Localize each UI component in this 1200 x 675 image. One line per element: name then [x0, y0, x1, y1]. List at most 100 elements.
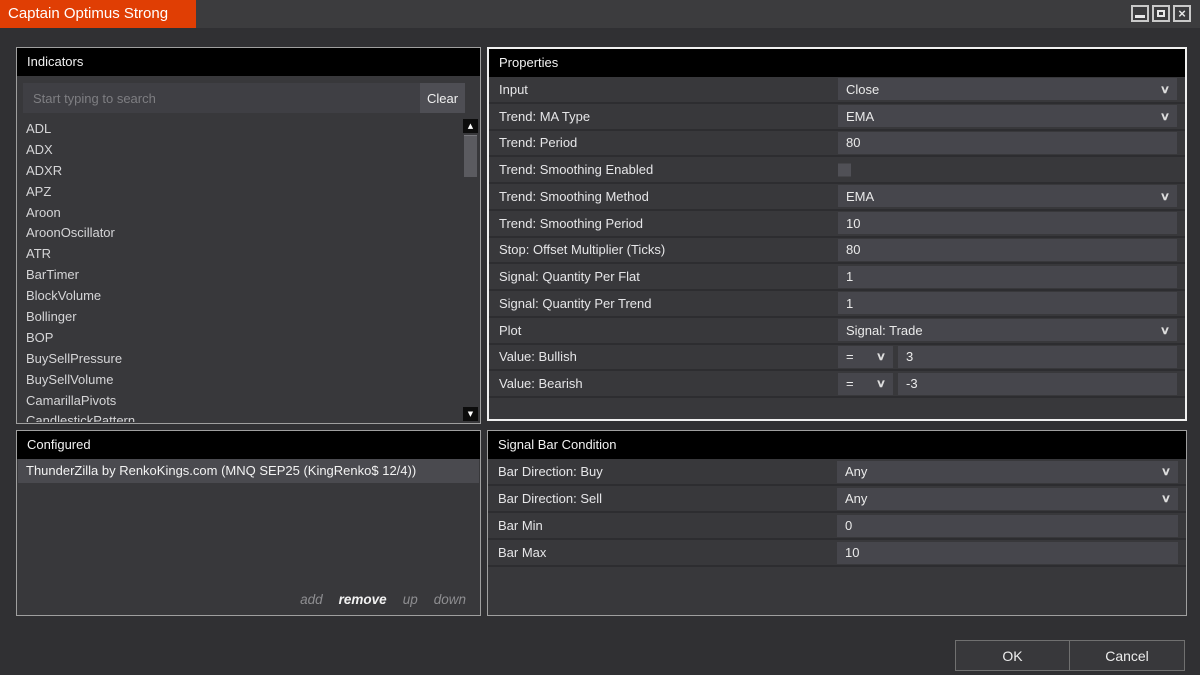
dropdown-value: EMA: [846, 109, 1161, 124]
field-value: -3: [906, 376, 1169, 391]
property-label: Value: Bearish: [499, 371, 583, 396]
properties-panel-title: Properties: [489, 49, 1185, 77]
properties-panel: Properties Input Close ∨ Trend: MA Type …: [487, 47, 1187, 421]
indicator-list-scrollbar[interactable]: ▲ ▼: [463, 119, 478, 421]
list-item[interactable]: ADX: [18, 140, 463, 161]
plot-dropdown[interactable]: Signal: Trade ∨: [838, 319, 1177, 341]
scroll-down-icon[interactable]: ▼: [463, 407, 478, 421]
scrollbar-thumb[interactable]: [464, 135, 477, 177]
scroll-up-icon[interactable]: ▲: [463, 119, 478, 133]
bar-max-input[interactable]: 10: [837, 542, 1178, 564]
dropdown-value: Close: [846, 82, 1161, 97]
signal-row-bar-max: Bar Max 10: [488, 540, 1186, 567]
configured-item-selected[interactable]: ThunderZilla by RenkoKings.com (MNQ SEP2…: [18, 459, 479, 483]
cancel-button[interactable]: Cancel: [1069, 640, 1185, 671]
close-button[interactable]: ×: [1173, 5, 1191, 22]
field-value: 0: [845, 518, 1170, 533]
indicators-panel-title: Indicators: [17, 48, 480, 76]
trend-period-input[interactable]: 80: [838, 132, 1177, 154]
property-label: Trend: Smoothing Method: [499, 184, 649, 209]
indicators-panel: Indicators Clear ADL ADX ADXR APZ Aroon …: [16, 47, 481, 424]
ok-button[interactable]: OK: [955, 640, 1070, 671]
minimize-button[interactable]: [1131, 5, 1149, 22]
property-row-quantity-per-trend: Signal: Quantity Per Trend 1: [489, 291, 1185, 318]
list-item[interactable]: CamarillaPivots: [18, 391, 463, 412]
list-item[interactable]: ATR: [18, 244, 463, 265]
list-item[interactable]: ADL: [18, 119, 463, 140]
property-label: Bar Direction: Buy: [498, 459, 603, 484]
field-value: 1: [846, 296, 1169, 311]
quantity-per-trend-input[interactable]: 1: [838, 292, 1177, 314]
field-value: 10: [846, 216, 1169, 231]
property-label: Signal: Quantity Per Trend: [499, 291, 651, 316]
property-row-trend-ma-type: Trend: MA Type EMA ∨: [489, 104, 1185, 131]
list-item[interactable]: CandlestickPattern: [18, 411, 463, 422]
field-value: 1: [846, 269, 1169, 284]
maximize-button[interactable]: [1152, 5, 1170, 22]
list-item[interactable]: Bollinger: [18, 307, 463, 328]
list-item[interactable]: Aroon: [18, 203, 463, 224]
property-label: Signal: Quantity Per Flat: [499, 264, 640, 289]
maximize-icon: [1157, 10, 1165, 17]
property-label: Plot: [499, 318, 521, 343]
add-button[interactable]: add: [300, 592, 323, 607]
clear-search-button[interactable]: Clear: [420, 83, 465, 113]
indicator-search-input[interactable]: [23, 83, 420, 113]
operator-value: =: [846, 376, 877, 391]
list-item[interactable]: BOP: [18, 328, 463, 349]
bearish-operator-dropdown[interactable]: = ∨: [838, 373, 893, 395]
indicator-list: ADL ADX ADXR APZ Aroon AroonOscillator A…: [18, 119, 463, 422]
property-label: Stop: Offset Multiplier (Ticks): [499, 238, 665, 263]
dropdown-value: Signal: Trade: [846, 323, 1161, 338]
dropdown-value: EMA: [846, 189, 1161, 204]
chevron-down-icon: ∨: [1160, 110, 1170, 123]
smoothing-enabled-checkbox[interactable]: [838, 163, 851, 176]
signal-panel-title: Signal Bar Condition: [488, 431, 1186, 459]
input-dropdown[interactable]: Close ∨: [838, 78, 1177, 100]
trend-ma-type-dropdown[interactable]: EMA ∨: [838, 105, 1177, 127]
list-item[interactable]: BarTimer: [18, 265, 463, 286]
property-label: Bar Min: [498, 513, 543, 538]
property-label: Value: Bullish: [499, 345, 577, 370]
down-button[interactable]: down: [434, 592, 466, 607]
list-item[interactable]: BuySellVolume: [18, 370, 463, 391]
property-row-plot: Plot Signal: Trade ∨: [489, 318, 1185, 345]
bar-direction-buy-dropdown[interactable]: Any ∨: [837, 461, 1178, 483]
configured-panel-title: Configured: [17, 431, 480, 459]
bullish-value-input[interactable]: 3: [898, 346, 1177, 368]
field-value: 80: [846, 242, 1169, 257]
signal-bar-condition-panel: Signal Bar Condition Bar Direction: Buy …: [487, 430, 1187, 616]
chevron-down-icon: ∨: [876, 350, 886, 363]
trend-smoothing-period-input[interactable]: 10: [838, 212, 1177, 234]
close-icon: ×: [1175, 7, 1189, 20]
chevron-down-icon: ∨: [1160, 190, 1170, 203]
window-controls: ×: [1131, 5, 1191, 22]
chevron-down-icon: ∨: [1160, 83, 1170, 96]
property-label: Input: [499, 77, 528, 102]
bar-direction-sell-dropdown[interactable]: Any ∨: [837, 488, 1178, 510]
list-item[interactable]: BuySellPressure: [18, 349, 463, 370]
chevron-down-icon: ∨: [876, 377, 886, 390]
property-label: Bar Direction: Sell: [498, 486, 602, 511]
stop-offset-multiplier-input[interactable]: 80: [838, 239, 1177, 261]
bar-min-input[interactable]: 0: [837, 515, 1178, 537]
list-item[interactable]: ADXR: [18, 161, 463, 182]
list-item[interactable]: APZ: [18, 182, 463, 203]
list-item[interactable]: AroonOscillator: [18, 223, 463, 244]
up-button[interactable]: up: [403, 592, 418, 607]
configured-actions: add remove up down: [300, 592, 466, 607]
bearish-value-input[interactable]: -3: [898, 373, 1177, 395]
field-value: 10: [845, 545, 1170, 560]
remove-button[interactable]: remove: [339, 592, 387, 607]
property-label: Trend: Period: [499, 131, 577, 156]
chevron-down-icon: ∨: [1161, 492, 1171, 505]
property-row-stop-offset-multiplier: Stop: Offset Multiplier (Ticks) 80: [489, 238, 1185, 265]
property-row-input: Input Close ∨: [489, 77, 1185, 104]
trend-smoothing-method-dropdown[interactable]: EMA ∨: [838, 185, 1177, 207]
title-bar: Captain Optimus Strong ×: [0, 0, 1200, 28]
window-title: Captain Optimus Strong: [0, 0, 196, 28]
list-item[interactable]: BlockVolume: [18, 286, 463, 307]
dialog-window: Captain Optimus Strong × Indicators Clea…: [0, 0, 1200, 675]
quantity-per-flat-input[interactable]: 1: [838, 266, 1177, 288]
bullish-operator-dropdown[interactable]: = ∨: [838, 346, 893, 368]
